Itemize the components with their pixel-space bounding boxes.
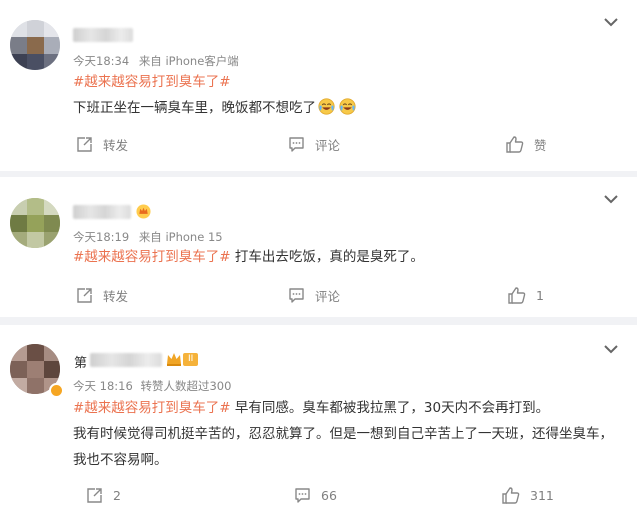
post-card: 今天18:19 来自 iPhone 15 #越来越容易打到臭车了# 打车出去吃饭… (0, 177, 637, 317)
avatar[interactable] (10, 20, 60, 70)
hashtag-link[interactable]: #越来越容易打到臭车了# (73, 400, 231, 416)
verified-badge-icon (49, 383, 64, 398)
post-stat: 转赞人数超过300 (140, 379, 232, 393)
comment-button[interactable]: 评论 (288, 134, 340, 154)
post-text: 早有同感。臭车都被我拉黑了，30天内不会再打到。 (230, 400, 550, 416)
like-button[interactable]: 311 (502, 485, 554, 505)
chevron-down-icon[interactable] (603, 193, 619, 205)
member-level: II (183, 352, 199, 366)
post-text-continued: 我有时候觉得司机挺辛苦的，忍忍就算了。但是一想到自己辛苦上了一天班，还得坐臭车，… (73, 426, 613, 468)
username-redacted[interactable] (73, 205, 131, 219)
repost-label: 转发 (103, 288, 129, 304)
repost-icon (87, 487, 102, 503)
action-bar: 2 66 311 (0, 485, 637, 505)
post-body: #越来越容易打到臭车了# 早有同感。臭车都被我拉黑了，30天内不会再打到。 我有… (73, 395, 617, 473)
crown-icon (167, 353, 181, 366)
comment-icon (289, 287, 304, 303)
thumbs-up-icon (506, 135, 524, 153)
crying-laughing-emoji-icon (318, 98, 335, 115)
repost-button[interactable]: 2 (86, 485, 121, 505)
repost-button[interactable]: 转发 (76, 134, 128, 154)
action-bar: 转发 评论 1 (0, 285, 637, 305)
crying-laughing-emoji-icon (339, 98, 356, 115)
comment-icon (295, 487, 310, 503)
comment-button[interactable]: 评论 (288, 285, 340, 305)
post-body: #越来越容易打到臭车了# 打车出去吃饭，真的是臭死了。 (73, 244, 617, 270)
repost-button[interactable]: 转发 (76, 285, 128, 305)
chevron-down-icon[interactable] (603, 16, 619, 28)
hashtag-link[interactable]: #越来越容易打到臭车了# (73, 74, 231, 90)
thumbs-up-icon (508, 286, 526, 304)
comment-button[interactable]: 66 (294, 485, 337, 505)
post-card: 第 II 今天 18:16 转赞人数超过300 #越来越容易打到臭车了# 早有同… (0, 325, 637, 506)
post-meta: 今天 18:16 转赞人数超过300 (73, 378, 231, 394)
post-text: 打车出去吃饭，真的是臭死了。 (230, 249, 424, 265)
chevron-down-icon[interactable] (603, 343, 619, 355)
repost-label: 转发 (103, 137, 129, 153)
username-visible-char[interactable]: 第 (74, 352, 87, 371)
post-time[interactable]: 今天18:19 (73, 230, 129, 244)
hashtag-link[interactable]: #越来越容易打到臭车了# (73, 249, 231, 265)
crown-badge-icon (136, 204, 151, 219)
comment-label: 评论 (315, 288, 341, 304)
repost-count: 2 (113, 487, 121, 503)
post-meta: 今天18:19 来自 iPhone 15 (73, 229, 223, 245)
thumbs-up-icon (502, 486, 520, 504)
like-count: 1 (536, 287, 544, 303)
username-redacted[interactable] (73, 28, 133, 42)
post-source: 来自 iPhone客户端 (138, 54, 239, 68)
like-button[interactable]: 赞 (506, 134, 547, 154)
repost-icon (77, 136, 92, 152)
member-badge[interactable]: II (166, 352, 199, 366)
username-redacted[interactable] (90, 353, 162, 367)
post-body: #越来越容易打到臭车了# 下班正坐在一辆臭车里，晚饭都不想吃了 (73, 69, 617, 121)
comment-count: 66 (321, 487, 337, 503)
like-button[interactable]: 1 (508, 285, 544, 305)
comment-label: 评论 (315, 137, 341, 153)
post-meta: 今天18:34 来自 iPhone客户端 (73, 53, 239, 69)
comment-icon (289, 136, 304, 152)
post-card: 今天18:34 来自 iPhone客户端 #越来越容易打到臭车了# 下班正坐在一… (0, 0, 637, 171)
like-label: 赞 (534, 137, 547, 153)
repost-icon (77, 287, 92, 303)
action-bar: 转发 评论 赞 (0, 134, 637, 154)
post-source: 来自 iPhone 15 (138, 230, 223, 244)
post-text: 下班正坐在一辆臭车里，晚饭都不想吃了 (73, 100, 316, 116)
post-time[interactable]: 今天 18:16 (73, 379, 133, 393)
post-time[interactable]: 今天18:34 (73, 54, 129, 68)
avatar[interactable] (10, 198, 60, 248)
like-count: 311 (530, 487, 554, 503)
